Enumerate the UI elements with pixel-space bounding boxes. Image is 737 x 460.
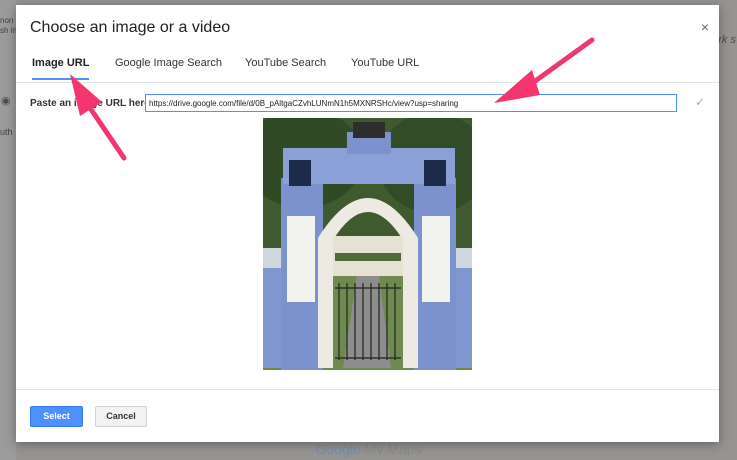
- google-my-maps-logo: Google My Maps: [0, 441, 737, 457]
- cancel-button[interactable]: Cancel: [95, 406, 147, 427]
- media-chooser-dialog: Choose an image or a video × Image URL G…: [16, 5, 719, 442]
- url-label: Paste an image URL here:: [30, 98, 154, 109]
- check-icon: ✓: [695, 95, 706, 109]
- image-preview: [263, 118, 472, 370]
- dialog-title: Choose an image or a video: [30, 19, 231, 36]
- url-row: Paste an image URL here: ✓: [30, 94, 705, 112]
- image-url-input[interactable]: [145, 94, 677, 112]
- tab-google-image-search[interactable]: Google Image Search: [115, 57, 222, 78]
- tab-bar: Image URL Google Image Search YouTube Se…: [16, 53, 719, 83]
- tab-image-url[interactable]: Image URL: [32, 57, 90, 80]
- tab-youtube-url[interactable]: YouTube URL: [351, 57, 419, 78]
- preview-photo: [263, 118, 472, 370]
- dialog-footer-divider: [16, 389, 719, 390]
- tab-youtube-search[interactable]: YouTube Search: [245, 57, 326, 78]
- select-button[interactable]: Select: [30, 406, 83, 427]
- logo-google: Google: [315, 441, 361, 457]
- logo-my-maps: My Maps: [360, 441, 422, 457]
- close-icon[interactable]: ×: [701, 19, 709, 35]
